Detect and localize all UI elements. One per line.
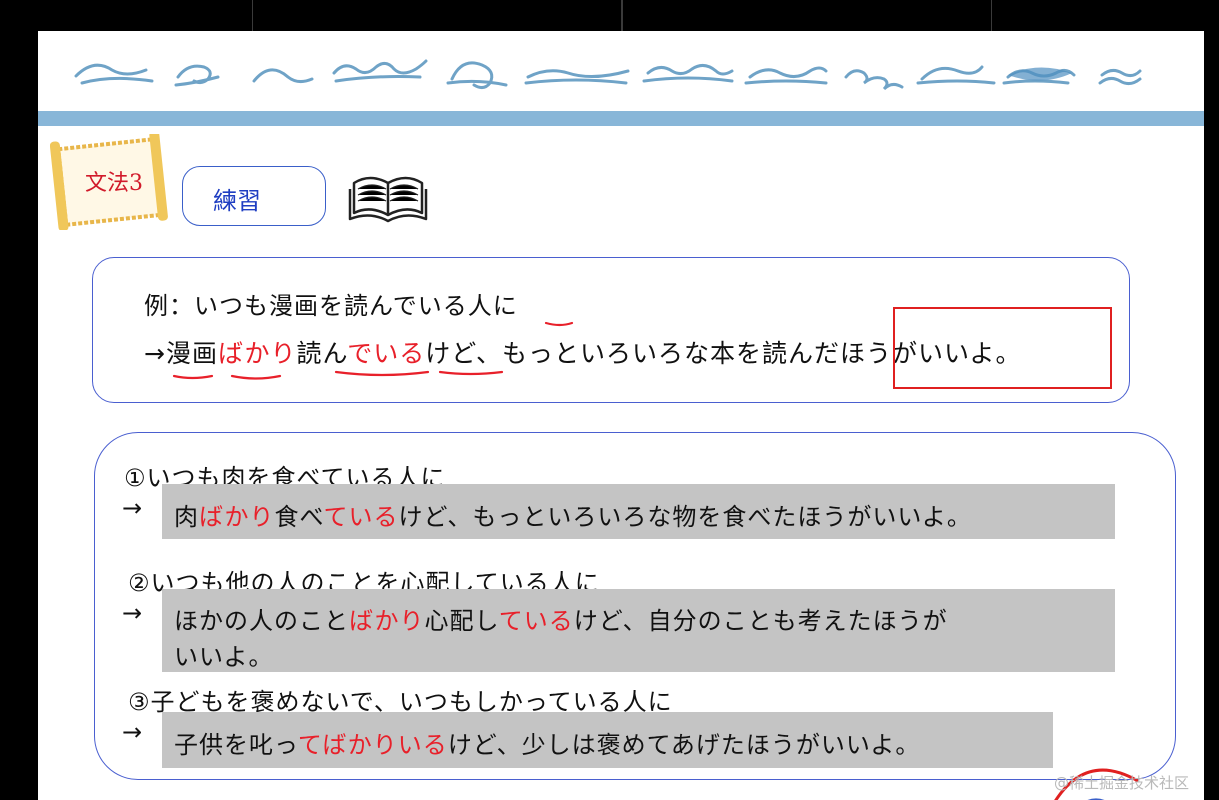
exercise-3-arrow: → (122, 718, 143, 746)
example-answer: →漫画ばかり読んでいるけど、もっといろいろな本を読んだほうがいいよ。 (144, 334, 1022, 370)
text-segment: けど、自分のことも考えたほうが (573, 607, 948, 635)
text-segment: 子供を叱っ (174, 731, 298, 759)
text-segment: けど、もっといろいろな物を食べたほうがいいよ。 (398, 503, 972, 531)
practice-tag-label: 練習 (213, 187, 261, 215)
text-segment: 食べ (274, 503, 324, 531)
slide: 文法3 練習 例：いつも漫画を読んでいる人に →漫画ばかり読んでいるけど、もっと… (38, 31, 1204, 800)
text-segment: 心配し (424, 607, 499, 635)
highlighted-text: でいる (347, 339, 426, 368)
highlighted-text: てばかりいる (297, 731, 448, 759)
watermark-text: @稀土掘金技术社区 (1054, 774, 1190, 792)
text-segment: 読ん (296, 339, 348, 368)
highlighted-text: ばかり (217, 339, 297, 368)
practice-tag: 練習 (182, 166, 326, 226)
highlighted-text: ている (498, 607, 574, 635)
exercise-1-arrow: → (122, 494, 143, 522)
window-tab[interactable] (622, 0, 992, 31)
exercise-2-answer-line2: いいよ。 (174, 637, 274, 672)
highlighted-text: ている (323, 503, 399, 531)
grammar-badge-label: 文法3 (85, 171, 143, 196)
exercise-3-answer: 子供を叱ってばかりいるけど、少しは褒めてあげたほうがいいよ。 (174, 725, 920, 760)
top-window-bar (0, 0, 1219, 31)
text-segment: →漫画 (144, 339, 218, 368)
exercise-2-answer-line1: ほかの人のことばかり心配しているけど、自分のことも考えたほうが (174, 601, 948, 636)
window-tab[interactable] (252, 0, 622, 31)
highlighted-text: ばかり (199, 503, 275, 531)
text-segment: けど、少しは褒めてあげたほうがいいよ。 (447, 731, 921, 759)
text-segment: いいよ。 (174, 643, 274, 671)
header-band (38, 111, 1204, 126)
open-book-icon (348, 176, 428, 223)
exercise-1-answer: 肉ばかり食べているけど、もっといろいろな物を食べたほうがいいよ。 (174, 497, 972, 532)
wave-decoration-banner (74, 59, 1142, 91)
exercise-2-arrow: → (122, 599, 143, 627)
highlighted-text: ばかり (349, 607, 425, 635)
text-segment: ほかの人のこと (174, 607, 349, 635)
highlight-box (893, 307, 1112, 389)
text-segment: 肉 (174, 503, 199, 531)
example-prompt: 例：いつも漫画を読んでいる人に (144, 292, 518, 320)
